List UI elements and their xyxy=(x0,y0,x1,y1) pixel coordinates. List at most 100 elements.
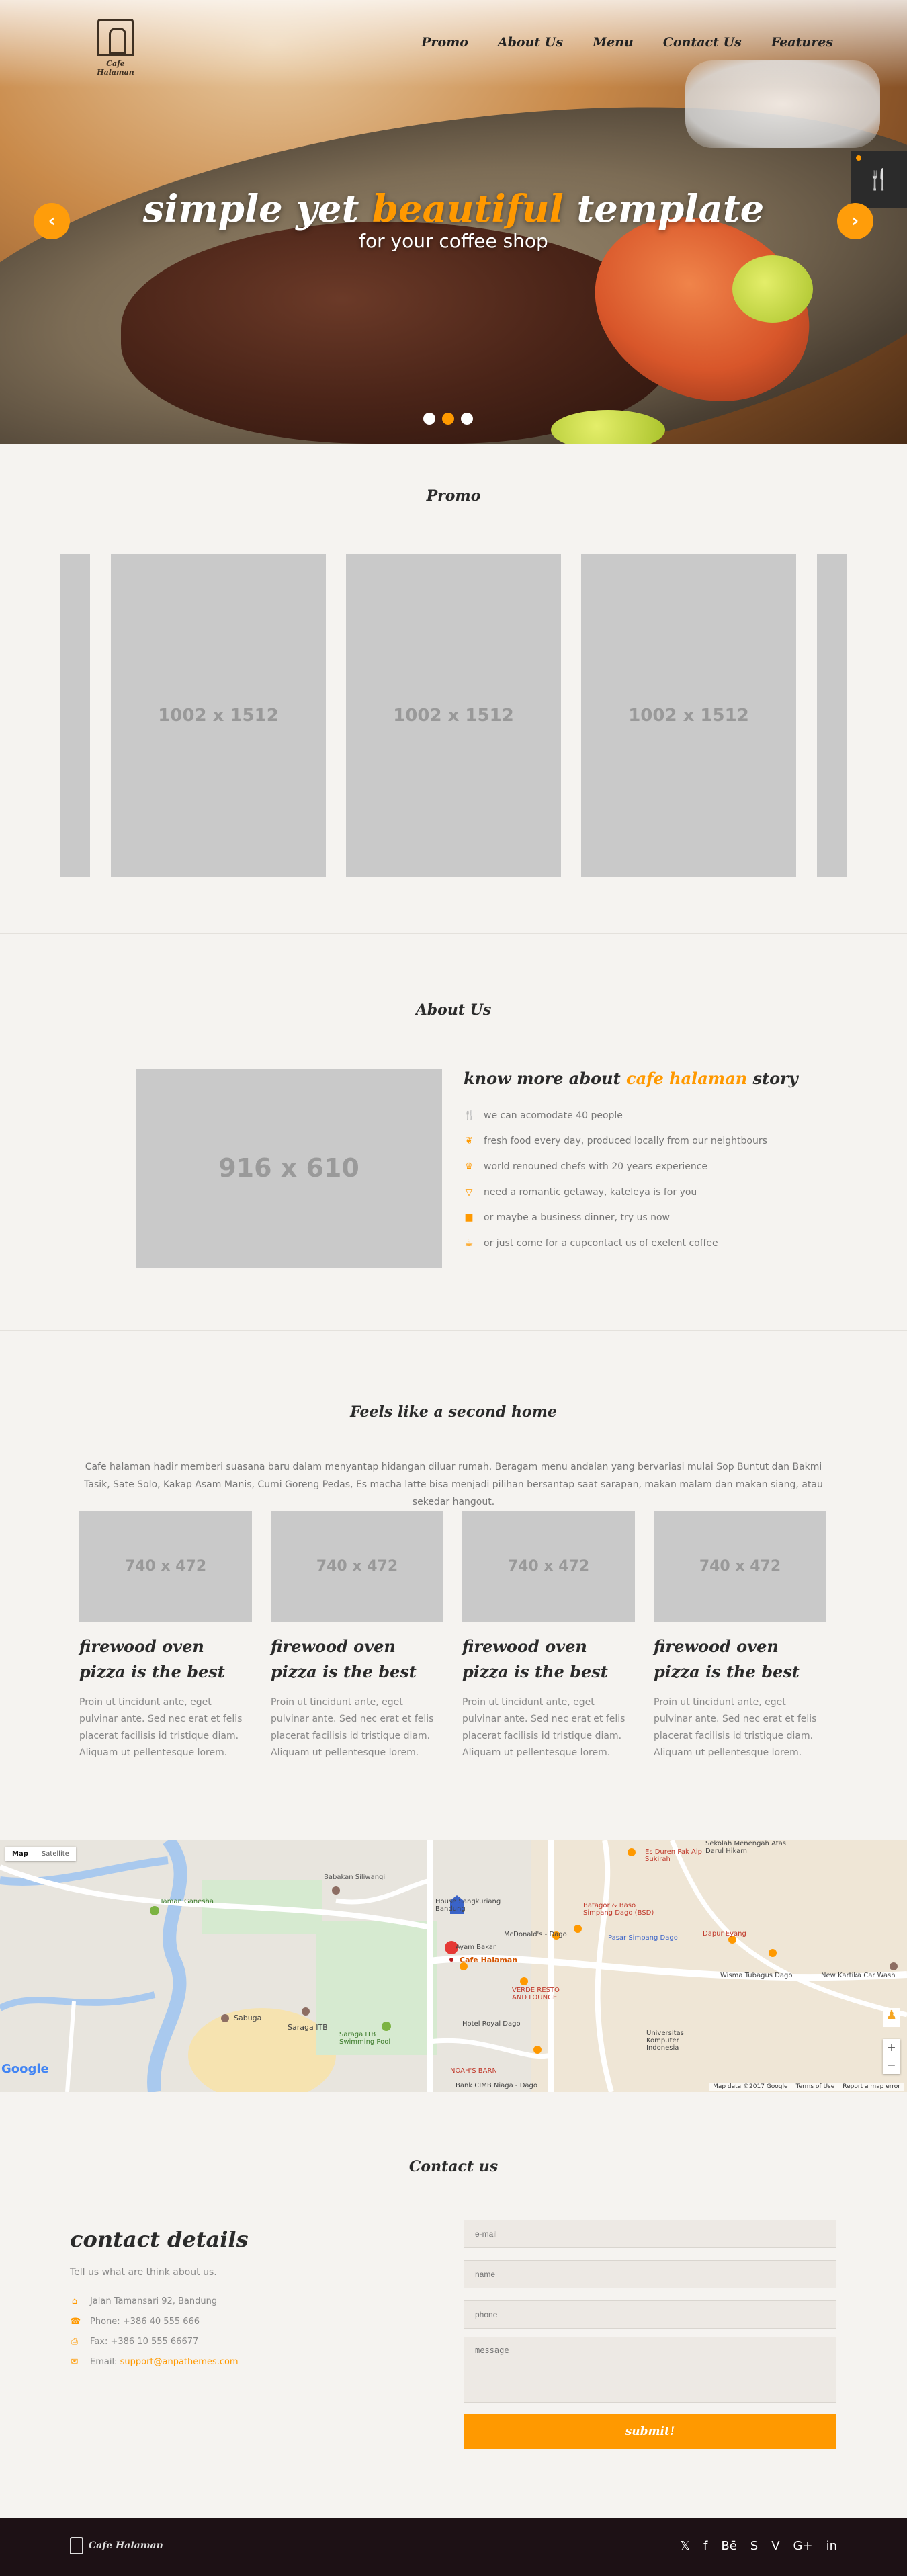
about-section: About Us 916 x 610 know more about cafe … xyxy=(0,934,907,1331)
map-label: House Sangkuriang Bandung xyxy=(435,1898,501,1913)
map-label: New Kartika Car Wash xyxy=(821,1972,896,1979)
about-feature-text: or maybe a business dinner, try us now xyxy=(484,1212,670,1223)
zoom-in-button[interactable]: + xyxy=(883,2039,900,2056)
promo-section: Promo 1002 x 1512 1002 x 1512 1002 x 151… xyxy=(0,444,907,934)
contact-address: ⌂ Jalan Tamansari 92, Bandung xyxy=(70,2291,406,2311)
nav-item-contact-us[interactable]: Contact Us xyxy=(663,35,742,50)
about-feature-text: fresh food every day, produced locally f… xyxy=(484,1136,767,1147)
contact-email: ✉ Email: support@anpathemes.com xyxy=(70,2352,406,2372)
submit-button[interactable]: submit! xyxy=(464,2414,836,2449)
home-icon: ⌂ xyxy=(71,2296,78,2307)
google-logo[interactable]: Google xyxy=(1,2062,49,2076)
about-title: About Us xyxy=(415,1001,492,1019)
promo-slide[interactable]: 1002 x 1512 xyxy=(346,554,561,877)
fax-icon: ⎙ xyxy=(71,2336,79,2347)
skype-icon[interactable]: S xyxy=(750,2539,758,2553)
google-plus-icon[interactable]: G+ xyxy=(793,2539,813,2553)
linkedin-icon[interactable]: in xyxy=(826,2539,837,2553)
google-map[interactable]: Map Satellite Taman Ganesha Babakan Sili… xyxy=(0,1840,907,2092)
nav-item-menu[interactable]: Menu xyxy=(593,35,634,50)
map-label: Ayam Bakar xyxy=(456,1944,496,1951)
zoom-out-button[interactable]: − xyxy=(883,2056,900,2074)
map-canvas[interactable] xyxy=(0,1840,907,2092)
contact-phone: ☎ Phone: +386 40 555 666 xyxy=(70,2311,406,2331)
about-feature-text: we can acomodate 40 people xyxy=(484,1110,623,1121)
map-label: Pasar Simpang Dago xyxy=(608,1934,678,1942)
behance-icon[interactable]: Bē xyxy=(721,2539,736,2553)
contact-fax: ⎙ Fax: +386 10 555 66677 xyxy=(70,2331,406,2352)
slider-dot[interactable] xyxy=(423,413,435,425)
twitter-icon[interactable]: 𝕏 xyxy=(680,2539,690,2553)
about-feature-text: world renouned chefs with 20 years exper… xyxy=(484,1161,708,1172)
contact-email-link[interactable]: support@anpathemes.com xyxy=(120,2357,239,2367)
vimeo-icon[interactable]: V xyxy=(771,2539,779,2553)
hero-headline-pre: simple yet xyxy=(142,187,372,231)
promo-title: Promo xyxy=(426,487,481,505)
map-label: Dapur Eyang xyxy=(703,1930,746,1938)
map-label: Saraga ITB xyxy=(288,2023,328,2032)
map-terms-link[interactable]: Terms of Use xyxy=(796,2083,835,2090)
promo-slide-partial[interactable] xyxy=(817,554,847,877)
story-title-accent: cafe halaman xyxy=(626,1069,748,1088)
map-label: Sekolah Menengah Atas Darul Hikam xyxy=(705,1840,786,1855)
map-label: Hotel Royal Dago xyxy=(462,2020,521,2028)
feature-card-image: 740 x 472 xyxy=(654,1511,826,1622)
contact-phone-text: Phone: +386 40 555 666 xyxy=(90,2316,200,2327)
feature-card: 740 x 472 firewood oven pizza is the bes… xyxy=(462,1511,635,1761)
nav-item-about-us[interactable]: About Us xyxy=(498,35,563,50)
feature-card: 740 x 472 firewood oven pizza is the bes… xyxy=(271,1511,443,1761)
nav-item-features[interactable]: Features xyxy=(771,35,833,50)
feature-card-image: 740 x 472 xyxy=(271,1511,443,1622)
feature-card-text: Proin ut tincidunt ante, eget pulvinar a… xyxy=(462,1697,625,1758)
street-view-pegman-icon[interactable]: ♟ xyxy=(883,2008,900,2027)
feature-card-image: 740 x 472 xyxy=(79,1511,252,1622)
slider-pagination xyxy=(423,413,473,425)
hero-headline-post: template xyxy=(563,187,765,231)
map-label: Bank CIMB Niaga - Dago xyxy=(456,2082,538,2089)
map-label: Babakan Siliwangi xyxy=(324,1874,386,1881)
slider-dot-active[interactable] xyxy=(442,413,454,425)
email-field[interactable] xyxy=(464,2220,836,2248)
map-type-map-button[interactable]: Map xyxy=(5,1847,35,1861)
cutlery-icon: 🍴 xyxy=(464,1110,476,1121)
story-title-post: story xyxy=(747,1069,798,1088)
name-field[interactable] xyxy=(464,2260,836,2288)
map-label-cafe-halaman[interactable]: Cafe Halaman xyxy=(460,1956,517,1964)
promo-slide[interactable]: 1002 x 1512 xyxy=(581,554,796,877)
footer-logo-mark xyxy=(70,2537,83,2554)
map-label: Taman Ganesha xyxy=(160,1898,214,1905)
brand-logo[interactable]: Cafe Halaman xyxy=(89,19,142,77)
map-label: Universitas Komputer Indonesia xyxy=(646,2030,684,2052)
hero-subline: for your coffee shop xyxy=(359,230,548,252)
map-zoom-control: + − xyxy=(883,2039,900,2074)
map-label: NOAH'S BARN xyxy=(450,2067,497,2075)
email-icon: ✉ xyxy=(71,2356,79,2367)
promo-carousel: 1002 x 1512 1002 x 1512 1002 x 1512 xyxy=(60,554,847,877)
contact-fax-text: Fax: +386 10 555 66677 xyxy=(90,2336,199,2347)
phone-field[interactable] xyxy=(464,2300,836,2329)
about-feature: ♛ world renouned chefs with 20 years expe… xyxy=(464,1154,840,1179)
feature-card: 740 x 472 firewood oven pizza is the bes… xyxy=(79,1511,252,1761)
facebook-icon[interactable]: f xyxy=(703,2539,707,2553)
hero-headline-accent: beautiful xyxy=(372,187,564,231)
promo-slide-partial[interactable] xyxy=(60,554,90,877)
about-feature: ☕ or just come for a cupcontact us of exe… xyxy=(464,1231,840,1256)
hero-headline: simple yet beautiful template xyxy=(0,187,907,231)
footer-brand[interactable]: Cafe Halaman xyxy=(70,2537,163,2554)
slider-dot[interactable] xyxy=(461,413,473,425)
feature-card-title: firewood oven pizza is the best xyxy=(271,1636,417,1681)
hero-lime-image xyxy=(732,255,813,323)
map-label: Batagor & Baso Simpang Dago (BSD) xyxy=(583,1902,654,1917)
second-home-section: Feels like a second home Cafe halaman ha… xyxy=(0,1331,907,1841)
promo-slide[interactable]: 1002 x 1512 xyxy=(111,554,326,877)
about-feature: ▽ need a romantic getaway, kateleya is fo… xyxy=(464,1179,840,1205)
about-story-title: know more about cafe halaman story xyxy=(464,1069,840,1088)
message-field[interactable] xyxy=(464,2337,836,2403)
second-home-title: Feels like a second home xyxy=(350,1403,557,1421)
map-report-link[interactable]: Report a map error xyxy=(843,2083,900,2090)
map-data-text: Map data ©2017 Google xyxy=(713,2083,788,2090)
nav-item-promo[interactable]: Promo xyxy=(421,35,468,50)
map-type-satellite-button[interactable]: Satellite xyxy=(35,1847,76,1861)
about-feature: ■ or maybe a business dinner, try us now xyxy=(464,1205,840,1231)
glass-icon: ▽ xyxy=(465,1187,473,1198)
